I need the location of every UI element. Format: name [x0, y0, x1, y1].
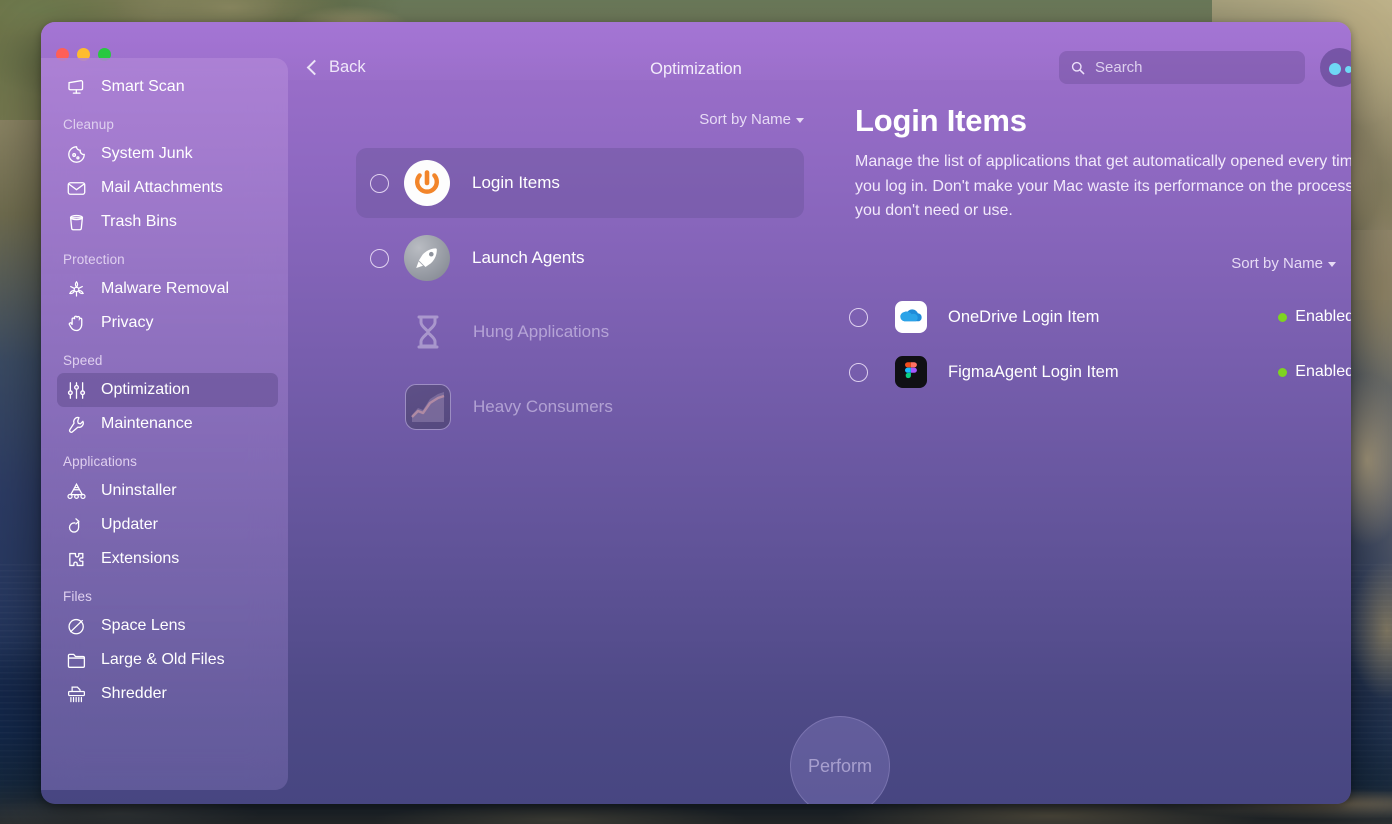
trash-icon	[65, 211, 87, 233]
detail-sort-label: Sort by Name	[1231, 255, 1323, 272]
login-item-name: FigmaAgent Login Item	[948, 362, 1119, 381]
status-dot-icon	[1278, 367, 1288, 377]
login-item-row[interactable]: OneDrive Login Item Enabled	[849, 292, 1351, 342]
detail-title: Login Items	[855, 103, 1027, 138]
sidebar-item-label: Privacy	[101, 314, 154, 331]
figma-icon	[895, 356, 927, 388]
rocket-icon	[404, 235, 450, 281]
sidebar: Smart Scan Cleanup System Junk Mail Atta…	[41, 58, 288, 790]
middle-sort-label: Sort by Name	[699, 111, 791, 128]
mail-icon	[65, 177, 87, 199]
sidebar-item-label: Malware Removal	[101, 280, 230, 297]
sidebar-item-space-lens[interactable]: Space Lens	[57, 609, 278, 643]
category-row-launch-agents[interactable]: Launch Agents	[356, 223, 804, 293]
sidebar-item-label: Updater	[101, 516, 158, 533]
sidebar-item-shredder[interactable]: Shredder	[57, 677, 278, 711]
search-icon	[1071, 61, 1085, 74]
power-button-icon	[404, 160, 450, 206]
sidebar-item-optimization[interactable]: Optimization	[57, 373, 278, 407]
category-radio[interactable]	[370, 173, 389, 193]
uninstaller-icon	[65, 480, 87, 502]
sidebar-item-large-old-files[interactable]: Large & Old Files	[57, 643, 278, 677]
login-item-radio[interactable]	[849, 307, 868, 327]
folder-icon	[65, 649, 87, 671]
sidebar-item-label: Maintenance	[101, 415, 193, 432]
sidebar-item-maintenance[interactable]: Maintenance	[57, 407, 278, 441]
sidebar-item-label: Space Lens	[101, 617, 186, 634]
category-list-column: Sort by Name Login Items Launch Agents H…	[341, 80, 821, 800]
sidebar-item-label: System Junk	[101, 145, 193, 162]
category-label: Login Items	[472, 173, 560, 192]
status-label: Enabled	[1295, 363, 1351, 380]
chevron-down-icon	[796, 117, 804, 123]
onedrive-icon	[895, 301, 927, 333]
category-row-hung-applications[interactable]: Hung Applications	[356, 297, 804, 367]
sidebar-item-label: Large & Old Files	[101, 651, 225, 668]
sidebar-item-label: Extensions	[101, 550, 180, 567]
detail-sort-button[interactable]: Sort by Name	[1231, 255, 1336, 272]
smart-scan-icon	[65, 76, 87, 98]
sidebar-item-label: Smart Scan	[101, 78, 185, 95]
sliders-icon	[65, 379, 87, 401]
sidebar-item-label: Optimization	[101, 381, 190, 398]
middle-sort-button[interactable]: Sort by Name	[699, 111, 804, 128]
app-window: Back Optimization Smart Scan	[41, 22, 1351, 804]
sidebar-item-extensions[interactable]: Extensions	[57, 542, 278, 576]
sidebar-item-uninstaller[interactable]: Uninstaller	[57, 474, 278, 508]
sidebar-group-applications: Applications	[63, 454, 137, 469]
assistant-eye-small-icon	[1345, 66, 1351, 73]
space-lens-icon	[65, 615, 87, 637]
status-badge: Enabled	[1278, 308, 1351, 326]
detail-panel: Login Items Manage the list of applicati…	[816, 80, 1351, 800]
sidebar-item-updater[interactable]: Updater	[57, 508, 278, 542]
category-radio[interactable]	[370, 248, 389, 268]
sidebar-item-label: Mail Attachments	[101, 179, 223, 196]
login-item-row[interactable]: FigmaAgent Login Item Enabled	[849, 347, 1351, 397]
sidebar-item-label: Shredder	[101, 685, 167, 702]
category-row-login-items[interactable]: Login Items	[356, 148, 804, 218]
sidebar-group-speed: Speed	[63, 353, 103, 368]
sidebar-group-files: Files	[63, 589, 93, 604]
sidebar-item-mail-attachments[interactable]: Mail Attachments	[57, 171, 278, 205]
category-label: Hung Applications	[473, 322, 610, 341]
login-item-radio[interactable]	[849, 362, 868, 382]
detail-description: Manage the list of applications that get…	[855, 153, 1351, 219]
shredder-icon	[65, 683, 87, 705]
sidebar-item-privacy[interactable]: Privacy	[57, 306, 278, 340]
status-badge: Enabled	[1278, 363, 1351, 381]
category-label: Heavy Consumers	[473, 397, 613, 416]
perform-button-label: Perform	[807, 755, 872, 776]
sidebar-item-label: Trash Bins	[101, 213, 177, 230]
category-row-heavy-consumers[interactable]: Heavy Consumers	[356, 372, 804, 442]
chevron-down-icon	[1328, 261, 1336, 267]
status-dot-icon	[1278, 312, 1288, 322]
sidebar-item-system-junk[interactable]: System Junk	[57, 137, 278, 171]
system-junk-icon	[65, 143, 87, 165]
biohazard-icon	[65, 278, 87, 300]
updater-arrow-icon	[65, 514, 87, 536]
sidebar-item-trash-bins[interactable]: Trash Bins	[57, 205, 278, 239]
assistant-eye-large-icon	[1329, 63, 1341, 75]
activity-monitor-icon	[405, 384, 451, 430]
search-input[interactable]	[1095, 59, 1293, 76]
sidebar-group-protection: Protection	[63, 252, 125, 267]
sidebar-group-cleanup: Cleanup	[63, 117, 114, 132]
wrench-icon	[65, 413, 87, 435]
status-label: Enabled	[1295, 308, 1351, 325]
login-item-name: OneDrive Login Item	[948, 307, 1100, 326]
hand-icon	[65, 312, 87, 334]
hourglass-icon	[405, 309, 451, 355]
puzzle-icon	[65, 548, 87, 570]
category-label: Launch Agents	[472, 248, 585, 267]
sidebar-item-label: Uninstaller	[101, 482, 177, 499]
sidebar-item-malware-removal[interactable]: Malware Removal	[57, 272, 278, 306]
sidebar-item-smart-scan[interactable]: Smart Scan	[57, 70, 278, 104]
